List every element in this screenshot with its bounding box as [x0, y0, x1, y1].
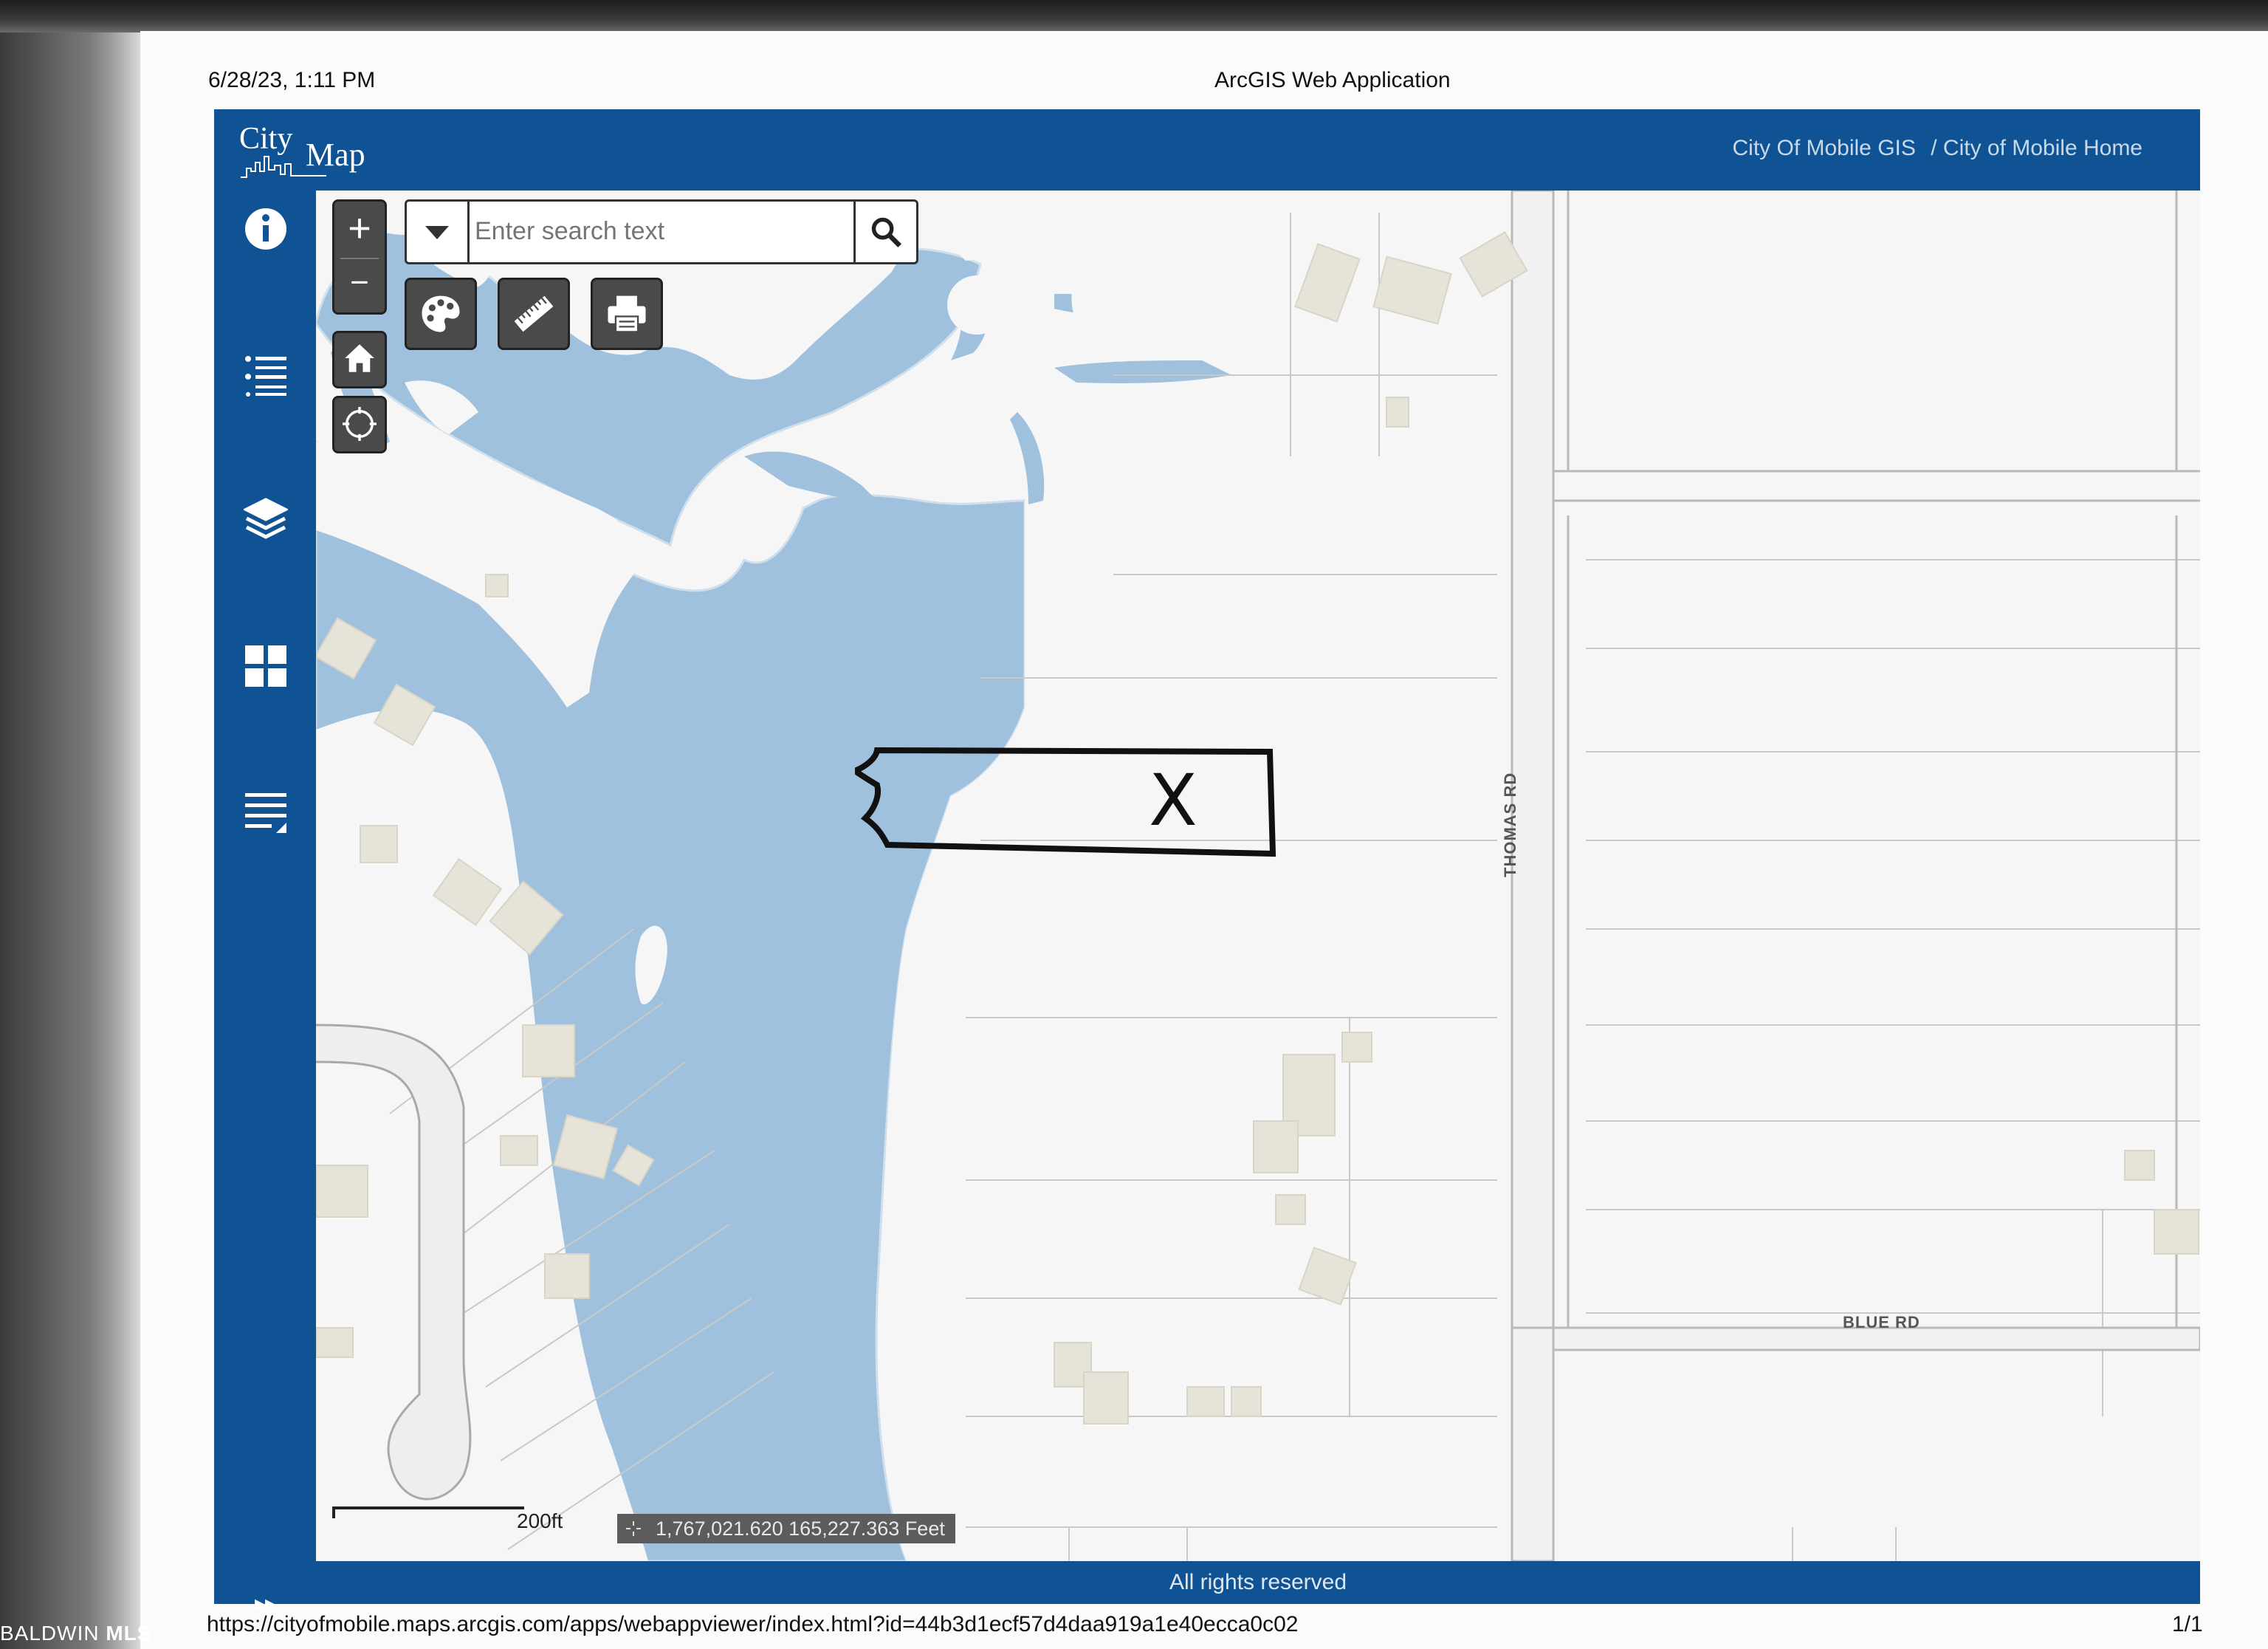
search-input[interactable]	[473, 209, 845, 253]
chevron-down-icon	[425, 226, 449, 239]
sidebar: ▸▸	[214, 191, 316, 1614]
search-widget	[405, 199, 918, 264]
footer-rights-text: All rights reserved	[1169, 1570, 1347, 1594]
watermark-right: MLS	[106, 1622, 152, 1645]
skyline-icon	[241, 156, 326, 178]
legend-list-icon[interactable]	[244, 353, 288, 397]
zoom-in-button[interactable]: +	[334, 205, 385, 256]
coordinate-value: 1,767,021.620 165,227.363 Feet	[656, 1518, 945, 1540]
print-icon	[608, 295, 646, 333]
scale-bar: 200ft	[332, 1505, 563, 1535]
marked-parcel	[855, 747, 1276, 857]
print-title: ArcGIS Web Application	[1214, 68, 1451, 92]
scale-bar-label: 200ft	[517, 1509, 563, 1532]
app-footer: All rights reserved	[316, 1561, 2200, 1604]
road-label-blue: BLUE RD	[1843, 1313, 1920, 1331]
scale-bar-line	[332, 1506, 524, 1518]
watermark-left: BALDWIN	[0, 1622, 100, 1645]
print-tool-button[interactable]	[591, 278, 663, 350]
crosshair-toggle-icon	[626, 1521, 641, 1536]
layers-icon[interactable]	[244, 496, 288, 541]
print-url: https://cityofmobile.maps.arcgis.com/app…	[207, 1612, 1299, 1636]
locate-button[interactable]	[332, 396, 387, 453]
measure-ruler-icon	[514, 295, 554, 332]
info-icon[interactable]	[244, 207, 288, 251]
road-label-thomas: THOMAS RD	[1501, 772, 1519, 877]
header-links: City Of Mobile GIS / City of Mobile Home	[1723, 136, 2142, 161]
search-icon	[871, 217, 902, 248]
zoom-out-button[interactable]: −	[334, 261, 385, 309]
search-button[interactable]	[853, 202, 916, 262]
link-home[interactable]: / City of Mobile Home	[1931, 136, 2142, 160]
citymap-logo[interactable]: City Map	[239, 121, 387, 180]
home-button[interactable]	[332, 331, 387, 388]
print-page-number: 1/1	[2172, 1612, 2203, 1636]
basemap[interactable]	[316, 191, 2200, 1561]
zoom-divider	[340, 258, 379, 259]
attribute-table-icon[interactable]	[244, 790, 288, 834]
coordinate-readout[interactable]: 1,767,021.620 165,227.363 Feet	[617, 1514, 955, 1543]
measure-tool-button[interactable]	[498, 278, 570, 350]
widgets-grid-icon[interactable]	[244, 644, 288, 688]
webapp-viewer: City Map City Of Mobile GIS / City of Mo…	[214, 109, 2200, 1614]
draw-tool-button[interactable]	[405, 278, 477, 350]
print-date: 6/28/23, 1:11 PM	[208, 68, 376, 92]
locate-crosshair-icon	[343, 407, 377, 441]
scan-top-edge	[0, 0, 2268, 32]
draw-palette-icon	[422, 295, 460, 332]
home-icon	[345, 344, 374, 372]
parcel-x-mark: X	[1149, 759, 1197, 842]
zoom-control: + −	[332, 199, 387, 315]
watermark-logo: BALDWIN MLS	[0, 1622, 151, 1645]
map-view[interactable]: X THOMAS RD BLUE RD + − Enter search tex…	[316, 191, 2200, 1561]
search-source-dropdown[interactable]	[407, 202, 470, 262]
header-banner: City Map City Of Mobile GIS / City of Mo…	[214, 109, 2200, 191]
link-gis[interactable]: City Of Mobile GIS	[1732, 136, 1915, 160]
